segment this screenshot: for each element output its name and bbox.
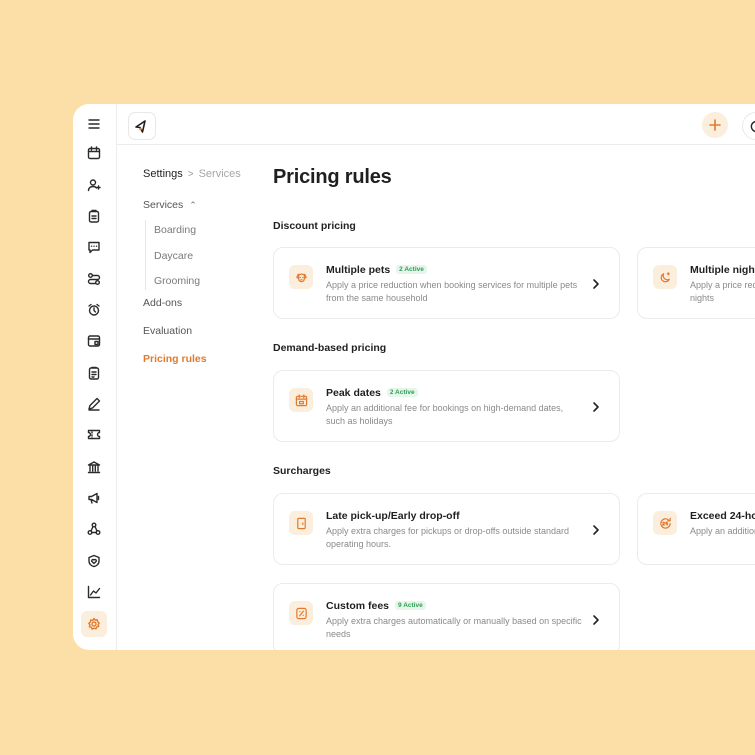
section-title-surcharges: Surcharges <box>273 465 331 477</box>
subnav-services-label: Services <box>143 199 184 211</box>
settings-gear-icon[interactable] <box>81 611 107 637</box>
plus-icon <box>709 119 721 131</box>
card-peak-dates[interactable]: Peak dates 2 Active Apply an additional f… <box>273 370 620 442</box>
card-description: Apply extra charges for pickups or drop-… <box>326 526 569 549</box>
breadcrumb-services: Services <box>198 168 241 180</box>
card-multiple-pets[interactable]: Multiple pets 2 Active Apply a price redu… <box>273 247 620 319</box>
card-title: Late pick-up/Early drop-off <box>326 510 460 522</box>
history-button[interactable] <box>742 112 755 140</box>
section-title-discount: Discount pricing <box>273 220 356 232</box>
card-late-pickup[interactable]: Late pick-up/Early drop-off Apply extra … <box>273 493 620 565</box>
subnav-item-daycare[interactable]: Daycare <box>154 250 193 262</box>
24h-icon <box>653 511 677 535</box>
bank-icon[interactable] <box>83 456 105 478</box>
top-bar <box>116 104 755 145</box>
add-button[interactable] <box>702 112 728 138</box>
chevron-right-icon <box>591 523 601 535</box>
card-multiple-nights[interactable]: Multiple nights Apply a price reduction … <box>637 247 755 319</box>
analytics-icon[interactable] <box>83 581 105 603</box>
megaphone-icon[interactable] <box>83 487 105 509</box>
subnav-item-services[interactable]: Services ⌃ <box>143 199 197 211</box>
subnav-item-grooming[interactable]: Grooming <box>154 275 200 287</box>
calendar-nav-icon[interactable] <box>83 142 105 164</box>
card-description: Apply an additional charge when exceedin… <box>690 526 755 536</box>
section-title-demand: Demand-based pricing <box>273 342 387 354</box>
breadcrumb-separator: > <box>187 169 194 180</box>
pencil-icon[interactable] <box>83 393 105 415</box>
subnav-item-pricing-rules[interactable]: Pricing rules <box>143 353 207 365</box>
card-description: Apply an additional fee for bookings on … <box>326 403 564 426</box>
brand-logo[interactable] <box>128 112 156 140</box>
card-description: Apply a price reduction based on the num… <box>690 280 755 303</box>
subnav-item-evaluation[interactable]: Evaluation <box>143 325 192 337</box>
subnav-item-boarding[interactable]: Boarding <box>154 224 196 236</box>
checklist-icon[interactable] <box>83 362 105 384</box>
clients-icon[interactable] <box>83 174 105 196</box>
door-icon <box>289 511 313 535</box>
active-badge: 2 Active <box>396 265 427 274</box>
alarm-icon[interactable] <box>83 299 105 321</box>
tag-icon <box>289 601 313 625</box>
card-title: Multiple pets <box>326 264 391 276</box>
card-description: Apply a price reduction when booking ser… <box>326 280 578 303</box>
card-custom-fees[interactable]: Custom fees 9 Active Apply extra charges … <box>273 583 620 650</box>
dog-icon <box>289 265 313 289</box>
card-title: Peak dates <box>326 387 381 399</box>
chevron-right-icon <box>591 400 601 412</box>
card-title: Exceed 24-hour <box>690 510 755 522</box>
ticket-icon[interactable] <box>83 424 105 446</box>
breadcrumb-settings[interactable]: Settings <box>143 168 183 180</box>
moon-icon <box>653 265 677 289</box>
breadcrumb: Settings > Services <box>143 168 241 180</box>
calendar-icon <box>289 388 313 412</box>
subnav-tree-line <box>145 220 146 290</box>
shield-heart-icon[interactable] <box>83 550 105 572</box>
browser-icon[interactable] <box>83 330 105 352</box>
clock-icon <box>750 120 755 132</box>
card-exceed-24-hour[interactable]: Exceed 24-hour Apply an additional charg… <box>637 493 755 565</box>
card-title: Multiple nights <box>690 264 755 276</box>
card-title: Custom fees <box>326 600 390 612</box>
network-icon[interactable] <box>83 518 105 540</box>
chevron-right-icon <box>591 613 601 625</box>
icon-rail <box>73 104 117 650</box>
active-badge: 2 Active <box>386 388 418 397</box>
active-badge: 9 Active <box>395 601 426 610</box>
chevron-right-icon <box>591 277 601 289</box>
chevron-up-icon: ⌃ <box>189 200 197 210</box>
app-window: Settings > Services Services ⌃ Boarding Day… <box>73 104 755 650</box>
page-title: Pricing rules <box>273 166 392 188</box>
clipboard-icon[interactable] <box>83 205 105 227</box>
messages-icon[interactable] <box>83 236 105 258</box>
card-description: Apply extra charges automatically or man… <box>326 616 582 639</box>
subnav-item-addons[interactable]: Add-ons <box>143 297 182 309</box>
brand-logo-icon <box>135 120 146 133</box>
flows-icon[interactable] <box>83 268 105 290</box>
menu-icon[interactable] <box>83 113 105 135</box>
